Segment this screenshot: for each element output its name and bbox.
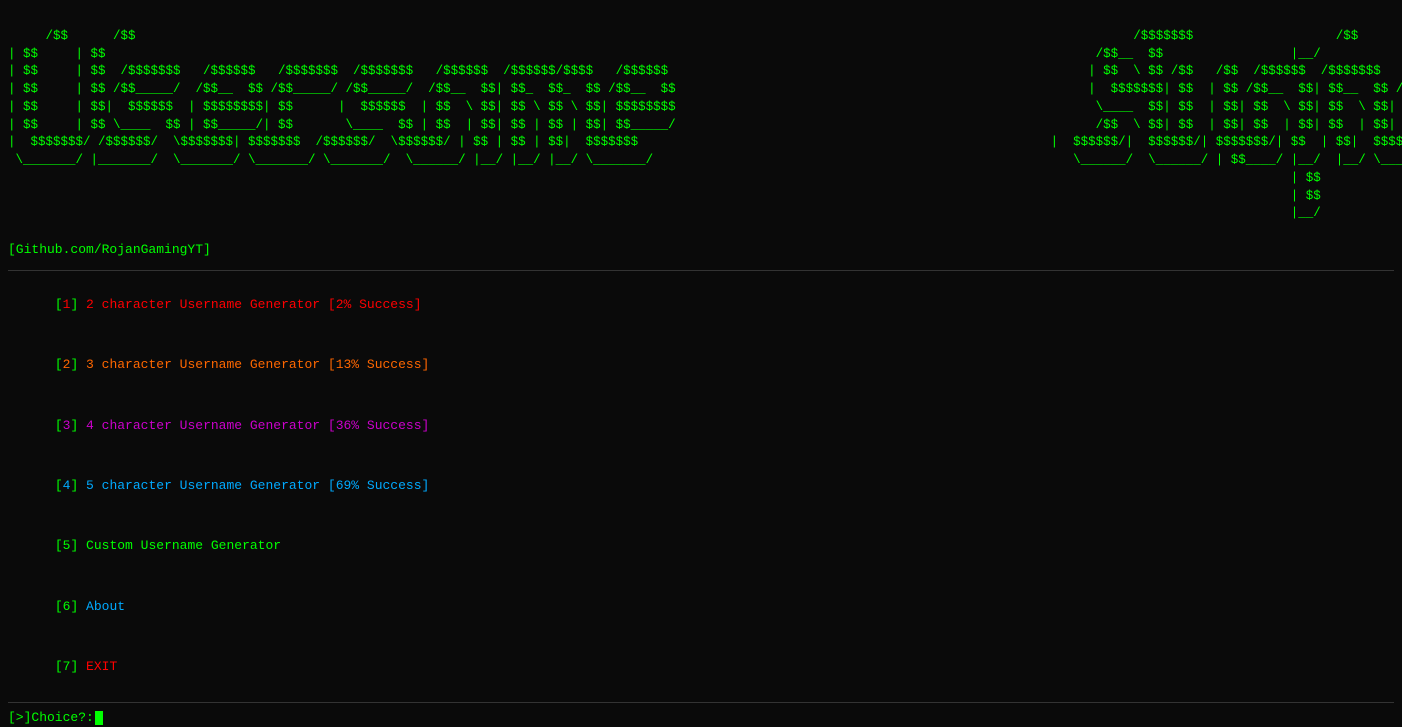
label-3: 4 character Username Generator: [78, 418, 328, 433]
success-3: [36% Success]: [328, 418, 429, 433]
label-7: EXIT: [78, 659, 117, 674]
prompt-label: Choice?:: [31, 709, 93, 727]
bracket-3: [: [55, 418, 63, 433]
menu-item-1[interactable]: [1] 2 character Username Generator [2% S…: [8, 275, 1394, 335]
bracket-5: [: [55, 538, 63, 553]
success-1: [2% Success]: [328, 297, 422, 312]
bracket-1: [: [55, 297, 63, 312]
github-link: [Github.com/RojanGamingYT]: [8, 241, 1394, 260]
menu-item-5[interactable]: [5] Custom Username Generator: [8, 516, 1394, 576]
bottom-divider: [8, 702, 1394, 703]
label-6: About: [78, 599, 125, 614]
menu-item-7[interactable]: [7] EXIT: [8, 637, 1394, 697]
menu-item-4[interactable]: [4] 5 character Username Generator [69% …: [8, 456, 1394, 516]
label-1: 2 character Username Generator: [78, 297, 328, 312]
cursor: [95, 711, 103, 725]
menu-section: [1] 2 character Username Generator [2% S…: [8, 275, 1394, 698]
top-divider: [8, 270, 1394, 271]
bracket-7: [: [55, 659, 63, 674]
success-4: [69% Success]: [328, 478, 429, 493]
bracket-6: [: [55, 599, 63, 614]
ascii-line-1: /$$ /$$ /$$$$$$$ /$$ | $$ | $$: [8, 29, 1402, 221]
bracket-4: [: [55, 478, 63, 493]
label-5: Custom Username Generator: [78, 538, 281, 553]
success-2: [13% Success]: [328, 357, 429, 372]
menu-item-2[interactable]: [2] 3 character Username Generator [13% …: [8, 335, 1394, 395]
prompt-prefix: [>]: [8, 709, 31, 727]
menu-item-3[interactable]: [3] 4 character Username Generator [36% …: [8, 395, 1394, 455]
bracket-2: [: [55, 357, 63, 372]
prompt-line[interactable]: [>] Choice?:: [8, 709, 1394, 727]
label-2: 3 character Username Generator: [78, 357, 328, 372]
label-4: 5 character Username Generator: [78, 478, 328, 493]
ascii-art-banner: /$$ /$$ /$$$$$$$ /$$ | $$ | $$: [8, 10, 1394, 241]
menu-item-6[interactable]: [6] About: [8, 577, 1394, 637]
terminal-window: /$$ /$$ /$$$$$$$ /$$ | $$ | $$: [0, 0, 1402, 701]
